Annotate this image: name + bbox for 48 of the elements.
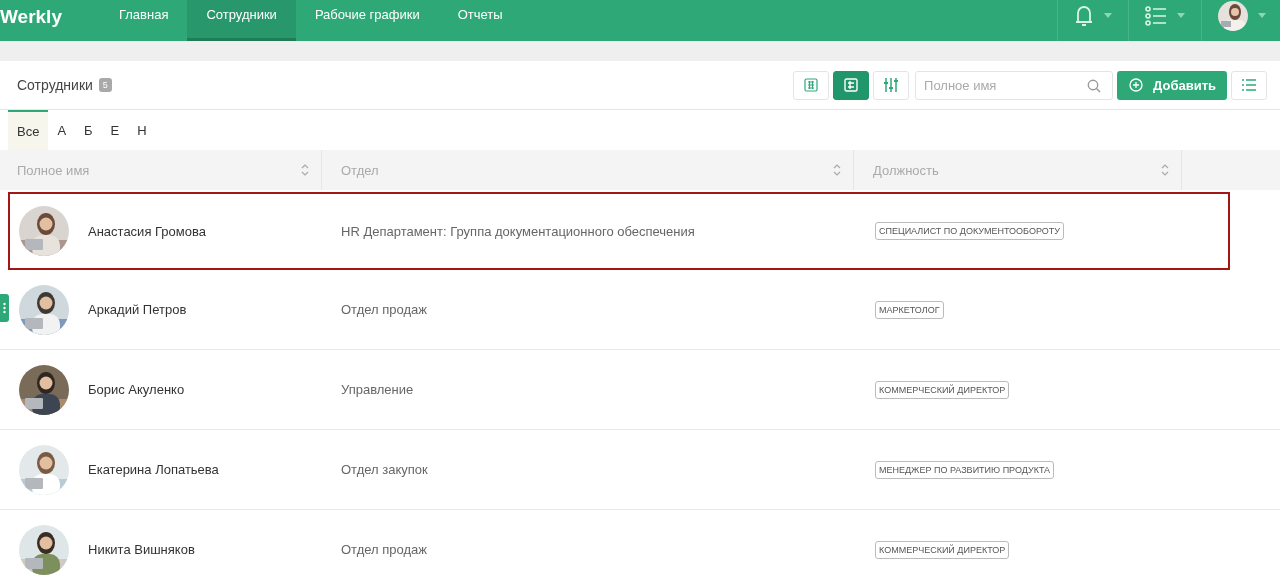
nav-tab[interactable]: Сотрудники xyxy=(187,0,296,41)
plus-circle-icon xyxy=(1129,78,1144,92)
table-row[interactable]: Екатерина Лопатьева Отдел закупок МЕНЕДЖЕР ПО РАЗВИТИЮ ПРОДУКТА xyxy=(0,430,1280,510)
card-list-icon xyxy=(844,78,859,92)
department: Отдел продаж xyxy=(341,302,427,317)
sliders-icon xyxy=(884,77,899,93)
sort-icon[interactable] xyxy=(1161,164,1169,176)
letter-tab[interactable]: Е xyxy=(101,110,129,150)
position-tag: МАРКЕТОЛОГ xyxy=(875,300,944,319)
caret-icon xyxy=(1258,13,1266,18)
filters-view-button[interactable] xyxy=(873,70,910,100)
letter-tab[interactable]: Н xyxy=(128,110,156,150)
list-icon xyxy=(1242,79,1256,91)
employee-name: Борис Акуленко xyxy=(88,382,185,397)
grid-icon xyxy=(804,78,819,92)
position-tag: КОММЕРЧЕСКИЙ ДИРЕКТОР xyxy=(875,380,1010,399)
position-tag: МЕНЕДЖЕР ПО РАЗВИТИЮ ПРОДУКТА xyxy=(875,460,1055,479)
bell-icon xyxy=(1074,3,1094,28)
department: Управление xyxy=(341,382,414,397)
grid-view-button[interactable] xyxy=(793,70,830,100)
employee-name: Анастасия Громова xyxy=(88,223,206,239)
sort-icon[interactable] xyxy=(301,164,309,176)
position-tag: СПЕЦИАЛИСТ ПО ДОКУМЕНТООБОРОТУ xyxy=(875,222,1064,240)
list-view-button[interactable] xyxy=(1231,70,1267,100)
employee-name: Екатерина Лопатьева xyxy=(88,462,219,477)
sort-icon[interactable] xyxy=(833,164,841,176)
table-row[interactable]: Борис Акуленко Управление КОММЕРЧЕСКИЙ ДИРЕКТОР xyxy=(0,350,1280,430)
count-badge: 5 xyxy=(98,78,112,92)
position-tag: КОММЕРЧЕСКИЙ ДИРЕКТОР xyxy=(875,540,1010,559)
cards-view-button[interactable] xyxy=(833,70,870,100)
department: Отдел продаж xyxy=(341,542,427,557)
department: Отдел закупок xyxy=(341,462,428,477)
caret-icon xyxy=(1104,13,1112,18)
selected-row[interactable]: Анастасия Громова HR Департамент: Группа документационного обеспечения СПЕЦИАЛИСТ ПО ДОКУМЕНТООБОРОТУ xyxy=(8,192,1230,270)
employee-name: Никита Вишняков xyxy=(88,542,195,557)
dots-icon xyxy=(2,302,6,314)
letter-tab[interactable]: А xyxy=(48,110,76,150)
list-icon xyxy=(1145,5,1167,26)
caret-icon xyxy=(1177,13,1185,18)
employee-name: Аркадий Петров xyxy=(88,302,187,317)
table-row[interactable]: Никита Вишняков Отдел продаж КОММЕРЧЕСКИЙ ДИРЕКТОР xyxy=(0,510,1280,586)
search-field[interactable]: Полное имя xyxy=(915,70,1114,100)
panel-title: Сотрудники xyxy=(17,77,93,93)
letter-tab[interactable]: Все xyxy=(8,110,49,150)
table-row[interactable]: Аркадий Петров Отдел продаж МАРКЕТОЛОГ xyxy=(0,270,1280,350)
letter-tab[interactable]: Б xyxy=(75,110,102,150)
department: HR Департамент: Группа документационного обеспечения xyxy=(341,223,695,239)
search-icon xyxy=(1087,78,1102,93)
